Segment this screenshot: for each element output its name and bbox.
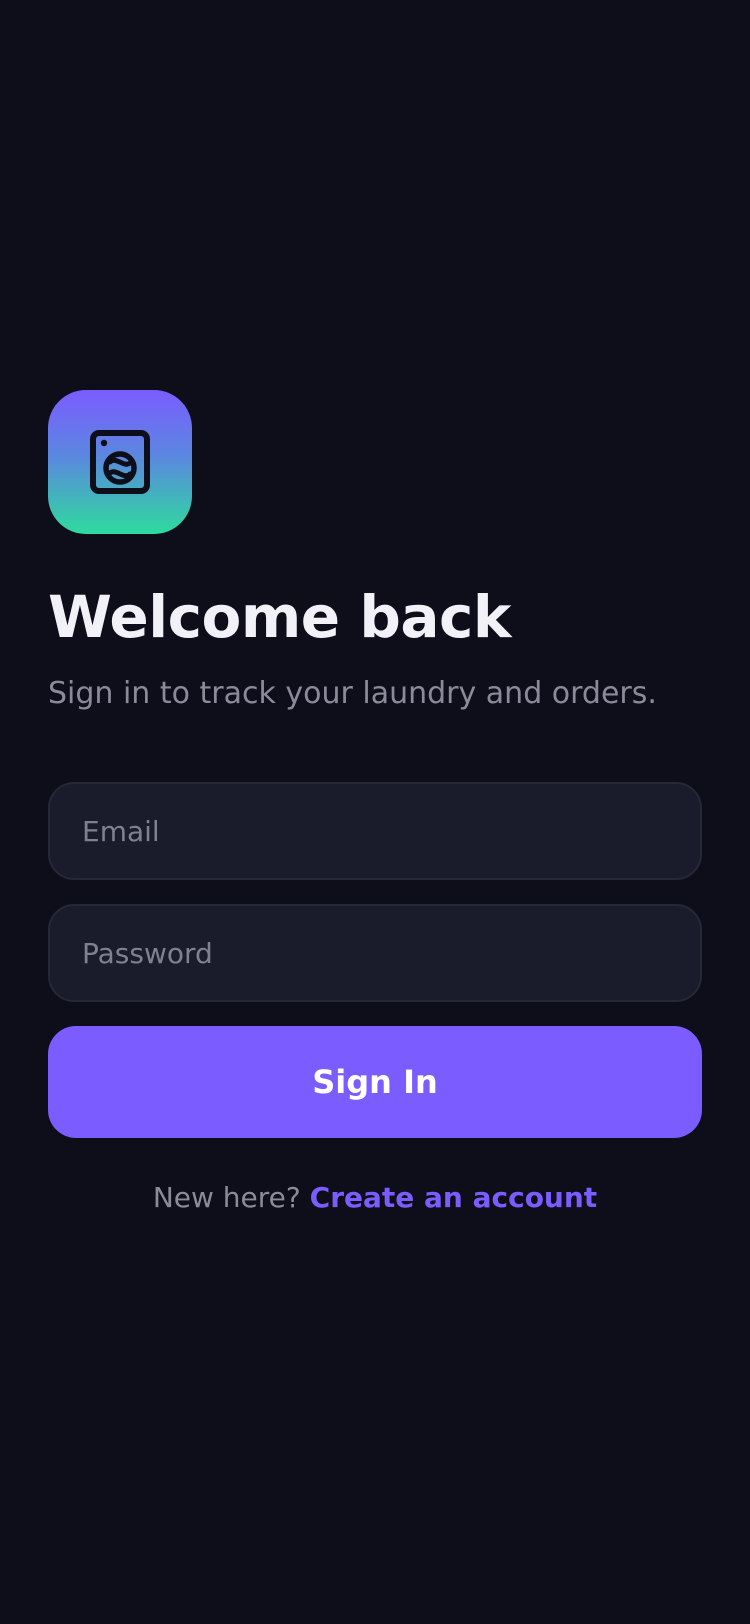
page-title: Welcome back (48, 583, 511, 651)
app-logo (48, 390, 192, 534)
signup-prompt: New here? Create an account (0, 1178, 750, 1218)
sign-in-button[interactable]: Sign In (48, 1026, 702, 1138)
create-account-link[interactable]: Create an account (310, 1181, 598, 1214)
washing-machine-icon (90, 430, 150, 494)
page-subtitle: Sign in to track your laundry and orders… (48, 676, 657, 711)
signup-prompt-text: New here? (152, 1181, 301, 1214)
email-field[interactable] (48, 782, 702, 880)
password-field[interactable] (48, 904, 702, 1002)
